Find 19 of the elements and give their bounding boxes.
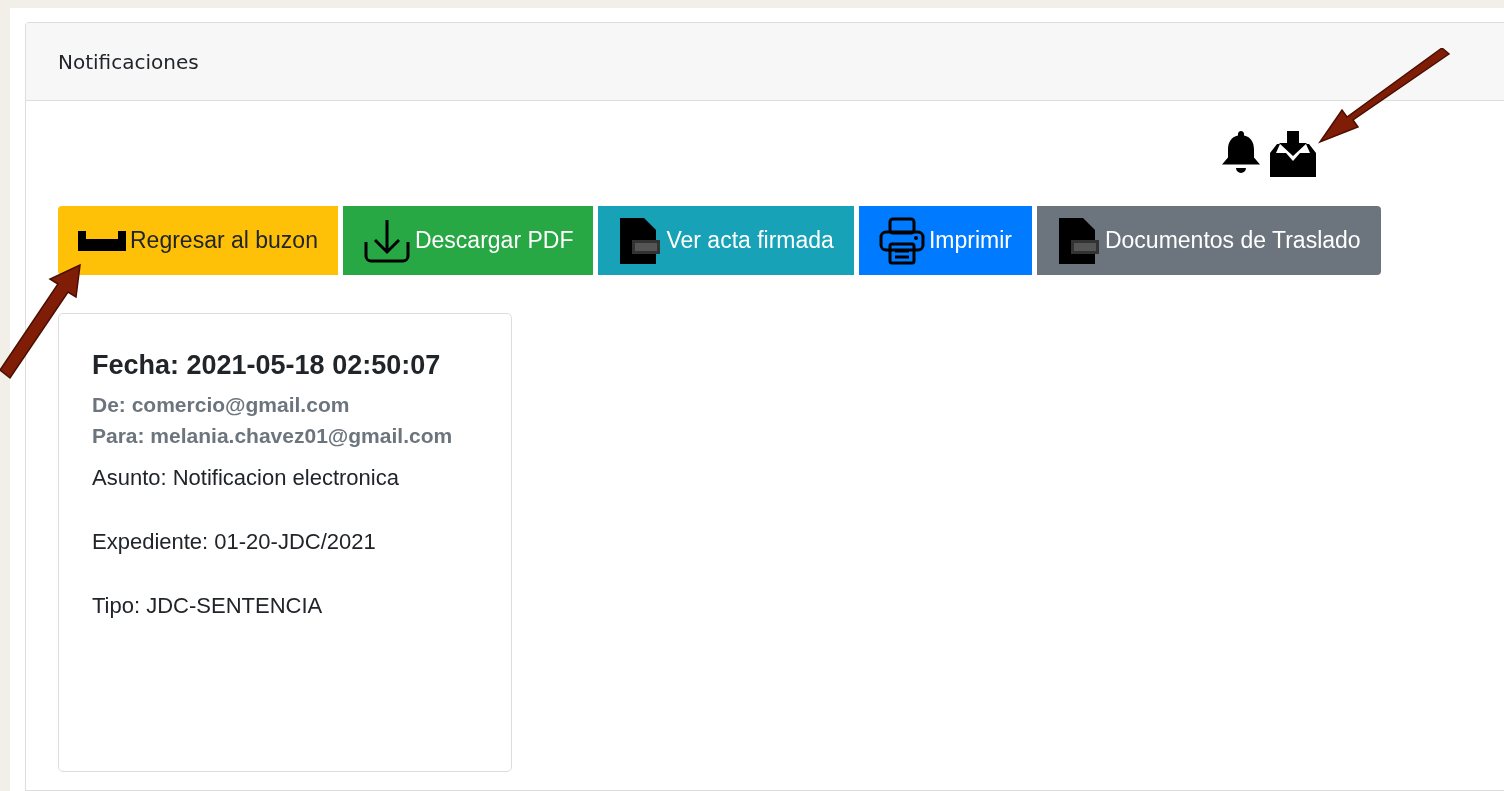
pdf-file-icon: [618, 217, 663, 264]
subject-text: Asunto: Notificacion electronica: [92, 465, 400, 491]
panel-title: Notificaciones: [58, 49, 199, 74]
tray-icon: [78, 230, 126, 251]
action-button[interactable]: Descargar PDF: [342, 206, 594, 275]
download-icon: [362, 217, 411, 264]
action-button[interactable]: Ver acta firmada: [598, 206, 854, 275]
action-button[interactable]: Imprimir: [858, 206, 1032, 275]
type-text: Tipo: JDC-SENTENCIA: [92, 593, 324, 619]
pdf-file-icon: [1056, 217, 1101, 264]
action-button[interactable]: Regresar al buzon: [58, 206, 338, 275]
recipient-text: Para: melania.chavez01@gmail.com: [92, 423, 454, 449]
file-number-text: Expediente: 01-20-JDC/2021: [92, 529, 377, 555]
printer-icon: [878, 216, 925, 265]
sender-text: De: comercio@gmail.com: [92, 392, 351, 418]
notification-date: Fecha: 2021-05-18 02:50:07: [92, 350, 442, 381]
action-button[interactable]: Documentos de Traslado: [1036, 206, 1381, 275]
notification-card[interactable]: Fecha: 2021-05-18 02:50:07 De: comercio@gmail.com Para: melania.chavez01@gmail.com Asunto: Notificacion electronica Expediente: 01-20-JDC/2021 Tipo: JDC-SENTENCIA: [58, 313, 512, 772]
inbox-download-icon[interactable]: [1268, 131, 1318, 177]
